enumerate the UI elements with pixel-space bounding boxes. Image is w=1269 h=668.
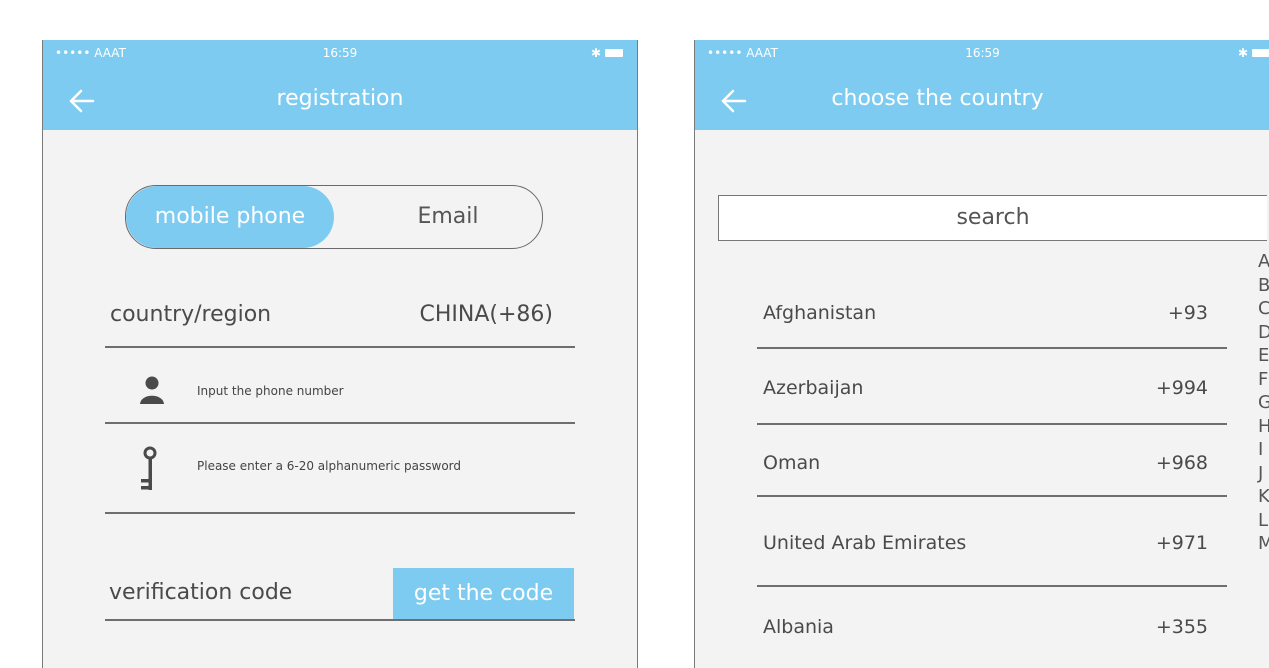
status-bar: ••••• AAAT 16:59 ✱ <box>695 40 1269 68</box>
key-icon <box>141 446 157 490</box>
verification-code-input[interactable]: verification code <box>109 580 292 605</box>
tab-email[interactable]: Email <box>354 186 542 248</box>
phone-number-input[interactable]: Input the phone number <box>197 384 344 398</box>
index-letter[interactable]: K <box>1258 485 1269 509</box>
register-method-toggle: mobile phone Email <box>125 185 543 249</box>
country-name[interactable]: Albania <box>763 616 834 638</box>
user-icon <box>140 376 164 404</box>
divider <box>105 619 575 621</box>
country-code: +968 <box>1155 452 1208 474</box>
index-letter[interactable]: C <box>1258 297 1269 321</box>
search-input[interactable]: search <box>718 195 1267 241</box>
index-letter[interactable]: A <box>1258 250 1269 274</box>
divider <box>757 423 1227 425</box>
registration-screen: ••••• AAAT 16:59 ✱ registration mobile p… <box>42 40 638 668</box>
country-name[interactable]: United Arab Emirates <box>763 532 966 554</box>
country-code: +93 <box>1167 302 1208 324</box>
country-code: +994 <box>1155 377 1208 399</box>
country-region-value[interactable]: CHINA(+86) <box>420 302 554 327</box>
header-bar: ••••• AAAT 16:59 ✱ choose the country <box>695 40 1269 130</box>
divider <box>105 346 575 348</box>
status-time: 16:59 <box>965 46 1000 60</box>
divider <box>757 495 1227 497</box>
country-code: +355 <box>1155 616 1208 638</box>
bluetooth-icon: ✱ <box>590 46 601 60</box>
page-title: choose the country <box>831 86 1044 111</box>
country-name[interactable]: Azerbaijan <box>763 377 863 399</box>
header-bar: ••••• AAAT 16:59 ✱ registration <box>43 40 637 130</box>
battery-icon <box>605 49 623 57</box>
page-title: registration <box>276 86 404 111</box>
status-time: 16:59 <box>322 46 358 60</box>
country-region-label: country/region <box>110 302 272 327</box>
choose-country-screen: ••••• AAAT 16:59 ✱ choose the country se… <box>694 40 1269 668</box>
country-name[interactable]: Afghanistan <box>763 302 876 324</box>
tab-mobile-phone[interactable]: mobile phone <box>126 186 334 248</box>
bluetooth-icon: ✱ <box>1237 46 1248 60</box>
battery-icon <box>1252 49 1269 57</box>
index-letter[interactable]: G <box>1258 391 1269 415</box>
divider <box>105 422 575 424</box>
password-input[interactable]: Please enter a 6-20 alphanumeric passwor… <box>197 459 461 473</box>
country-name[interactable]: Oman <box>763 452 820 474</box>
index-letter[interactable]: J <box>1258 462 1269 486</box>
index-letter[interactable]: H <box>1258 415 1269 439</box>
divider <box>757 585 1227 587</box>
status-icons: ✱ <box>591 46 623 60</box>
index-letter[interactable]: L <box>1258 509 1269 533</box>
index-letter[interactable]: F <box>1258 368 1269 392</box>
index-letter[interactable]: M <box>1258 532 1269 556</box>
index-letter[interactable]: E <box>1258 344 1269 368</box>
divider <box>105 512 575 514</box>
status-icons: ✱ <box>1238 46 1269 60</box>
index-letter[interactable]: I <box>1258 438 1269 462</box>
country-code: +971 <box>1155 532 1208 554</box>
divider <box>757 347 1227 349</box>
get-code-button[interactable]: get the code <box>393 568 574 620</box>
alphabet-index: A B C D E F G H I J K L M <box>1258 250 1269 556</box>
index-letter[interactable]: D <box>1258 321 1269 345</box>
index-letter[interactable]: B <box>1258 274 1269 298</box>
status-bar: ••••• AAAT 16:59 ✱ <box>43 40 637 68</box>
